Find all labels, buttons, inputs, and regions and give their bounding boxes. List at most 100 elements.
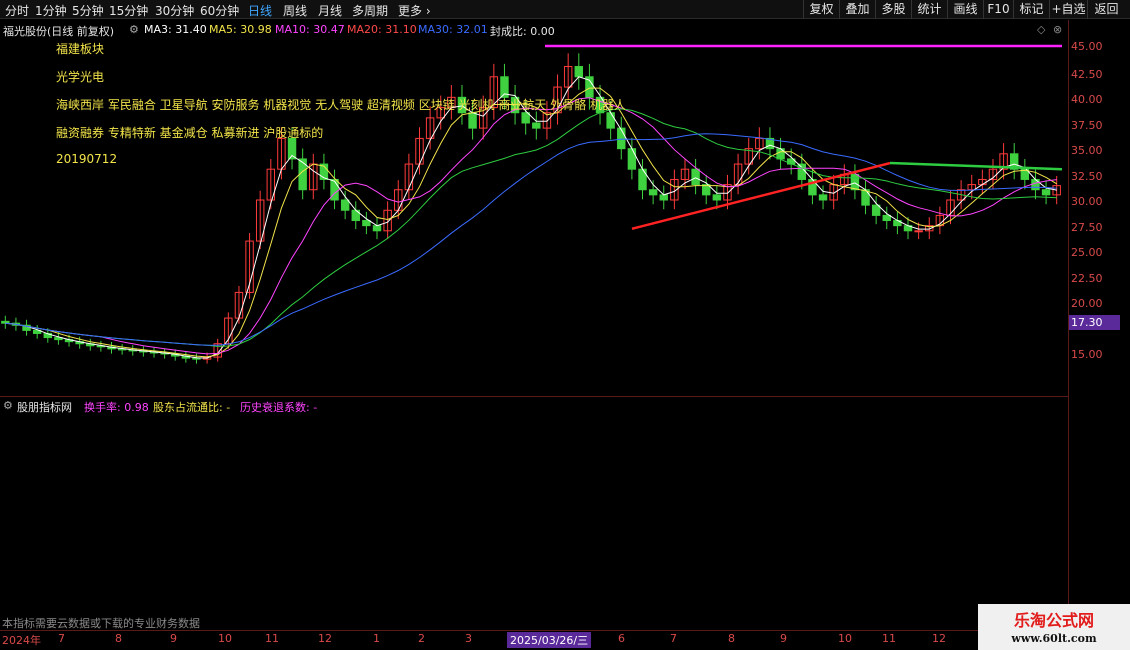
draw-line-button[interactable]: 画线 — [947, 0, 983, 19]
f10-button[interactable]: F10 — [983, 0, 1013, 19]
date-tick: 1 — [373, 632, 380, 645]
note-concepts: 海峡西岸 军民融合 卫星导航 安防服务 机器视觉 无人驾驶 超清视频 区块链 光… — [56, 98, 626, 112]
chevron-right-icon: › — [422, 4, 431, 18]
price-tick: 37.50 — [1071, 119, 1103, 132]
turnover-value: 换手率: 0.98 — [84, 401, 149, 414]
candle-body — [882, 214, 891, 222]
ma5-value: MA5: 30.98 — [209, 23, 272, 36]
note-features: 融资融券 专精特新 基金减仓 私募新进 沪股通标的 — [56, 126, 324, 140]
ma20-value: MA20: 31.10 — [347, 23, 417, 36]
divider — [0, 396, 1068, 397]
price-tick: 15.00 — [1071, 348, 1103, 361]
candle-body — [691, 168, 700, 186]
tab-30min[interactable]: 30分钟 — [155, 2, 194, 19]
price-tick: 42.50 — [1071, 68, 1103, 81]
multi-stock-button[interactable]: 多股 — [875, 0, 911, 19]
ma30-value: MA30: 32.01 — [418, 23, 488, 36]
ma20-line — [5, 108, 1057, 347]
mark-button[interactable]: 标记 — [1013, 0, 1049, 19]
tab-15min[interactable]: 15分钟 — [109, 2, 148, 19]
watermark-logo: 乐淘公式网 www.60lt.com — [978, 604, 1130, 650]
tab-more-label: 更多 — [398, 4, 423, 18]
indicator-name[interactable]: 股朋指标网 — [17, 399, 72, 415]
candle-body — [712, 194, 722, 201]
note-region: 福建板块 — [56, 42, 105, 56]
indicator-bar: ⚙ 股朋指标网 换手率: 0.98 股东占流通比: - 历史衰退系数: - — [0, 398, 1068, 414]
stats-button[interactable]: 统计 — [911, 0, 947, 19]
candle-body — [871, 204, 881, 216]
date-tick: 11 — [265, 632, 279, 645]
candle-body — [648, 189, 658, 196]
ma30-line — [5, 133, 1057, 346]
candle-body — [468, 112, 477, 129]
ma-legend: 福光股份(日线 前复权) ⚙ MA3: 31.40 MA5: 30.98 MA1… — [0, 20, 1068, 38]
candle-body — [1041, 189, 1051, 196]
holder-ratio-value: 股东占流通比: - — [153, 401, 231, 414]
stock-title: 福光股份(日线 前复权) — [3, 25, 115, 38]
date-cursor-label: 2025/03/26/三 — [507, 632, 592, 648]
candle-body — [362, 220, 371, 227]
price-tick: 40.00 — [1071, 93, 1103, 106]
tab-monthly[interactable]: 月线 — [318, 2, 342, 19]
price-tick: 32.50 — [1071, 170, 1103, 183]
tab-weekly[interactable]: 周线 — [283, 2, 307, 19]
ma3-value: MA3: 31.40 — [144, 23, 207, 36]
date-tick: 11 — [882, 632, 896, 645]
candle-body — [330, 178, 339, 201]
date-axis: 2024年 7 8 9 10 11 12 1 2 3 2025/03/26/三 … — [0, 632, 1068, 648]
price-tick: 25.00 — [1071, 246, 1103, 259]
ma10-value: MA10: 30.47 — [275, 23, 345, 36]
seal-ratio: 封成比: 0.00 — [490, 25, 555, 38]
settings-gear-icon[interactable]: ⚙ — [129, 23, 139, 36]
tab-60min[interactable]: 60分钟 — [200, 2, 239, 19]
top-toolbar: 分时 1分钟 5分钟 15分钟 30分钟 60分钟 日线 周线 月线 多周期 更… — [0, 0, 1130, 19]
tab-daily[interactable]: 日线 — [248, 2, 272, 19]
candle-body — [521, 112, 530, 124]
date-tick: 3 — [465, 632, 472, 645]
date-tick: 2024年 — [2, 634, 41, 647]
price-tick: 22.50 — [1071, 272, 1103, 285]
axis-divider — [1068, 20, 1069, 632]
date-tick: 6 — [618, 632, 625, 645]
date-tick: 9 — [780, 632, 787, 645]
price-tick: 35.00 — [1071, 144, 1103, 157]
candle-body — [850, 173, 860, 191]
price-tick: 30.00 — [1071, 195, 1103, 208]
candle-body — [914, 230, 923, 233]
price-tick: 27.50 — [1071, 221, 1103, 234]
candle-body — [627, 148, 637, 170]
date-tick: 8 — [728, 632, 735, 645]
date-tick: 10 — [218, 632, 232, 645]
adjust-button[interactable]: 复权 — [803, 0, 839, 19]
support-line — [889, 161, 1063, 171]
note-industry: 光学光电 — [56, 70, 105, 84]
candle-body — [818, 194, 828, 201]
decay-value: 历史衰退系数: - — [240, 401, 318, 414]
current-price-tag: 17.30 — [1068, 315, 1120, 330]
close-icon[interactable]: ⊗ — [1053, 23, 1062, 36]
indicator-note: 本指标需要云数据或下载的专业财务数据 — [2, 617, 200, 630]
candle-body — [532, 122, 541, 129]
candle-body — [340, 199, 350, 211]
tab-1min[interactable]: 1分钟 — [35, 2, 67, 19]
indicator-gear-icon[interactable]: ⚙ — [3, 399, 13, 412]
add-watchlist-button[interactable]: +自选 — [1049, 0, 1087, 19]
price-tick: 20.00 — [1071, 297, 1103, 310]
tab-more[interactable]: 更多 › — [398, 2, 431, 19]
candle-body — [659, 194, 668, 201]
tab-multi-period[interactable]: 多周期 — [352, 2, 388, 19]
overlay-button[interactable]: 叠加 — [839, 0, 875, 19]
tab-intraday[interactable]: 分时 — [5, 2, 29, 19]
date-tick: 2 — [418, 632, 425, 645]
date-tick: 12 — [318, 632, 332, 645]
ma3-line — [5, 76, 1057, 359]
diamond-icon[interactable]: ◇ — [1037, 23, 1045, 36]
right-side-strip — [1120, 20, 1130, 632]
price-tick: 45.00 — [1071, 40, 1103, 53]
note-listing-date: 20190712 — [56, 152, 118, 166]
tab-5min[interactable]: 5分钟 — [72, 2, 104, 19]
kline-chart[interactable] — [0, 38, 1068, 398]
back-button[interactable]: 返回 — [1087, 0, 1125, 19]
watermark-url: www.60lt.com — [1011, 632, 1097, 645]
candle-body — [1, 320, 10, 324]
